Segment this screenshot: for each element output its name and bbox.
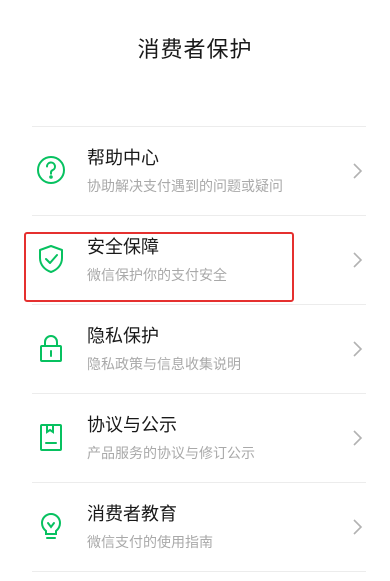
chevron-right-icon	[350, 252, 364, 268]
menu-item-subtitle: 隐私政策与信息收集说明	[87, 357, 241, 373]
menu-item-title: 协议与公示	[87, 415, 177, 436]
document-icon	[35, 421, 67, 453]
chevron-right-icon	[350, 341, 364, 357]
menu-item-consumer-education[interactable]: 消费者教育 微信支付的使用指南	[32, 483, 366, 571]
shield-check-icon	[35, 243, 67, 275]
menu-item-privacy[interactable]: 隐私保护 隐私政策与信息收集说明	[32, 305, 366, 393]
page-title: 消费者保护	[137, 38, 253, 63]
chevron-right-icon	[350, 163, 364, 179]
menu-item-subtitle: 微信支付的使用指南	[87, 535, 213, 551]
lightbulb-icon	[35, 510, 67, 542]
menu-item-subtitle: 协助解决支付遇到的问题或疑问	[87, 179, 283, 195]
chevron-right-icon	[350, 519, 364, 535]
menu-item-subtitle: 产品服务的协议与修订公示	[87, 446, 255, 462]
menu-item-title: 帮助中心	[87, 148, 159, 169]
menu-item-title: 隐私保护	[87, 326, 159, 347]
question-icon	[35, 154, 67, 186]
menu-item-agreements[interactable]: 协议与公示 产品服务的协议与修订公示	[32, 394, 366, 482]
lock-icon	[35, 332, 67, 364]
menu-item-help-center[interactable]: 帮助中心 协助解决支付遇到的问题或疑问	[32, 127, 366, 215]
menu-item-title: 消费者教育	[87, 504, 177, 525]
menu-item-security[interactable]: 安全保障 微信保护你的支付安全	[24, 216, 366, 304]
menu-list: 帮助中心 协助解决支付遇到的问题或疑问 安全保障 微信保护你的支付安全 隐私保护…	[24, 126, 366, 572]
chevron-right-icon	[350, 430, 364, 446]
menu-item-title: 安全保障	[87, 237, 159, 258]
divider	[32, 571, 366, 572]
menu-item-subtitle: 微信保护你的支付安全	[87, 268, 227, 284]
